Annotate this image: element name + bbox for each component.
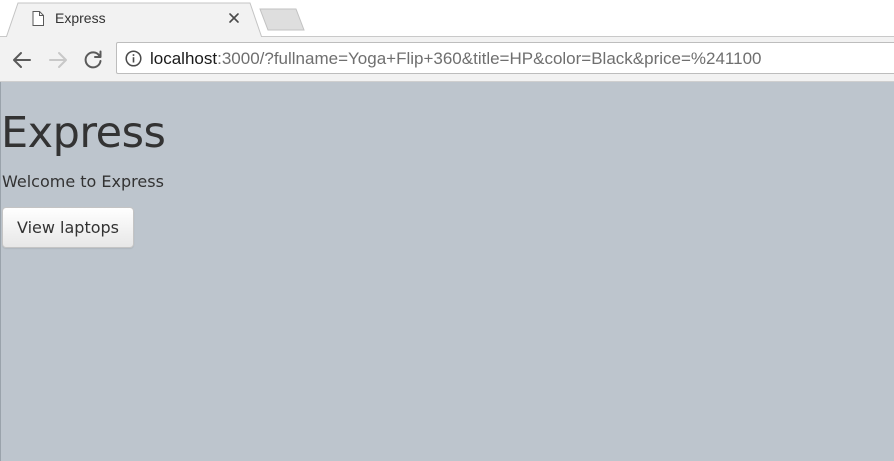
- page-icon: [32, 11, 44, 26]
- tab-title: Express: [55, 10, 106, 26]
- url-path-query: :3000/?fullname=Yoga+Flip+360&title=HP&c…: [217, 49, 762, 68]
- page-title: Express: [1, 108, 166, 158]
- browser-window: Express localhost:3000/?fullname=Yoga+Fl…: [0, 0, 894, 461]
- url-text: localhost:3000/?fullname=Yoga+Flip+360&t…: [150, 49, 761, 69]
- reload-icon[interactable]: [82, 49, 104, 71]
- new-tab-button[interactable]: [258, 8, 306, 31]
- arrow-right-icon[interactable]: [47, 49, 69, 71]
- active-tab[interactable]: [6, 2, 262, 38]
- browser-toolbar: localhost:3000/?fullname=Yoga+Flip+360&t…: [0, 37, 894, 82]
- close-icon[interactable]: [227, 11, 241, 25]
- address-bar[interactable]: localhost:3000/?fullname=Yoga+Flip+360&t…: [116, 42, 894, 74]
- arrow-left-icon[interactable]: [11, 49, 33, 71]
- tab-strip: Express: [0, 0, 894, 38]
- info-icon[interactable]: [125, 50, 142, 67]
- view-laptops-button[interactable]: View laptops: [2, 207, 134, 248]
- url-host: localhost: [150, 49, 218, 68]
- page-subtitle: Welcome to Express: [2, 172, 164, 191]
- page-viewport: Express Welcome to Express View laptops: [0, 82, 894, 461]
